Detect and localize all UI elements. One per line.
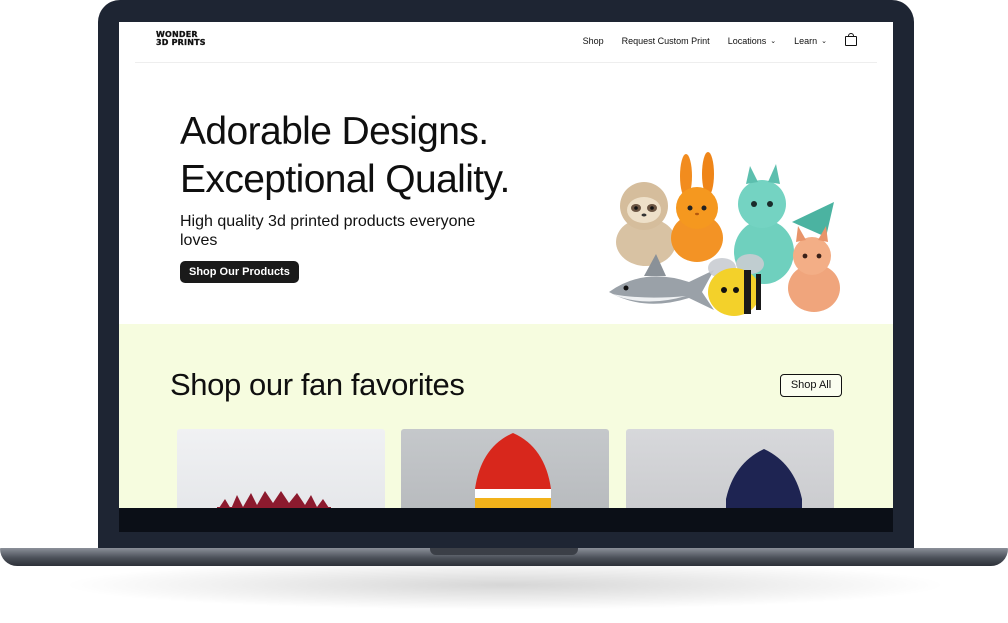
shop-products-button[interactable]: Shop Our Products — [180, 261, 299, 283]
hero-toys-image — [609, 152, 840, 316]
hero-subtitle: High quality 3d printed products everyon… — [180, 213, 476, 249]
nav-learn-label: Learn — [794, 35, 818, 46]
nav-learn[interactable]: Learn ⌄ — [794, 36, 827, 46]
laptop-bezel-bottom — [119, 508, 893, 532]
sloth-figure — [616, 182, 676, 266]
logo-line-2: 3D PRINTS — [156, 38, 206, 47]
laptop-notch — [430, 548, 578, 555]
product-image-rocket-navy — [726, 449, 802, 508]
product-card[interactable] — [401, 429, 609, 508]
laptop-shadow — [60, 560, 950, 610]
nav-locations-label: Locations — [727, 35, 767, 46]
website-screen: WONDER 3D PRINTS Shop Request Custom Pri… — [119, 22, 893, 508]
shopping-bag-icon[interactable] — [845, 33, 857, 46]
nav-shop-label: Shop — [582, 35, 604, 46]
chevron-down-icon: ⌄ — [770, 37, 777, 45]
nav-shop[interactable]: Shop — [583, 36, 604, 46]
chevron-down-icon: ⌄ — [821, 37, 827, 45]
brand-logo[interactable]: WONDER 3D PRINTS — [156, 30, 206, 47]
product-card[interactable] — [177, 429, 385, 508]
top-nav: WONDER 3D PRINTS Shop Request Custom Pri… — [135, 22, 877, 63]
product-image-flower — [217, 491, 331, 508]
hero-title-line-1: Adorable Designs. — [180, 110, 489, 153]
small-dragon-figure — [788, 226, 840, 312]
nav-menu: Shop Request Custom Print Locations ⌄ Le… — [583, 33, 857, 46]
favorites-title: Shop our fan favorites — [170, 367, 465, 402]
product-card[interactable] — [626, 429, 834, 508]
product-image-rocket-red — [475, 433, 551, 508]
shop-all-button[interactable]: Shop All — [780, 374, 842, 397]
nav-request-label: Request Custom Print — [621, 35, 710, 46]
fan-favorites-section: Shop our fan favorites Shop All — [119, 324, 893, 508]
rabbit-figure — [671, 152, 723, 262]
nav-locations[interactable]: Locations ⌄ — [728, 36, 776, 46]
nav-request-custom-print[interactable]: Request Custom Print — [622, 36, 710, 46]
hero-title-line-2: Exceptional Quality. — [180, 158, 510, 201]
hero-title: Adorable Designs. Exceptional Quality. — [180, 108, 510, 204]
